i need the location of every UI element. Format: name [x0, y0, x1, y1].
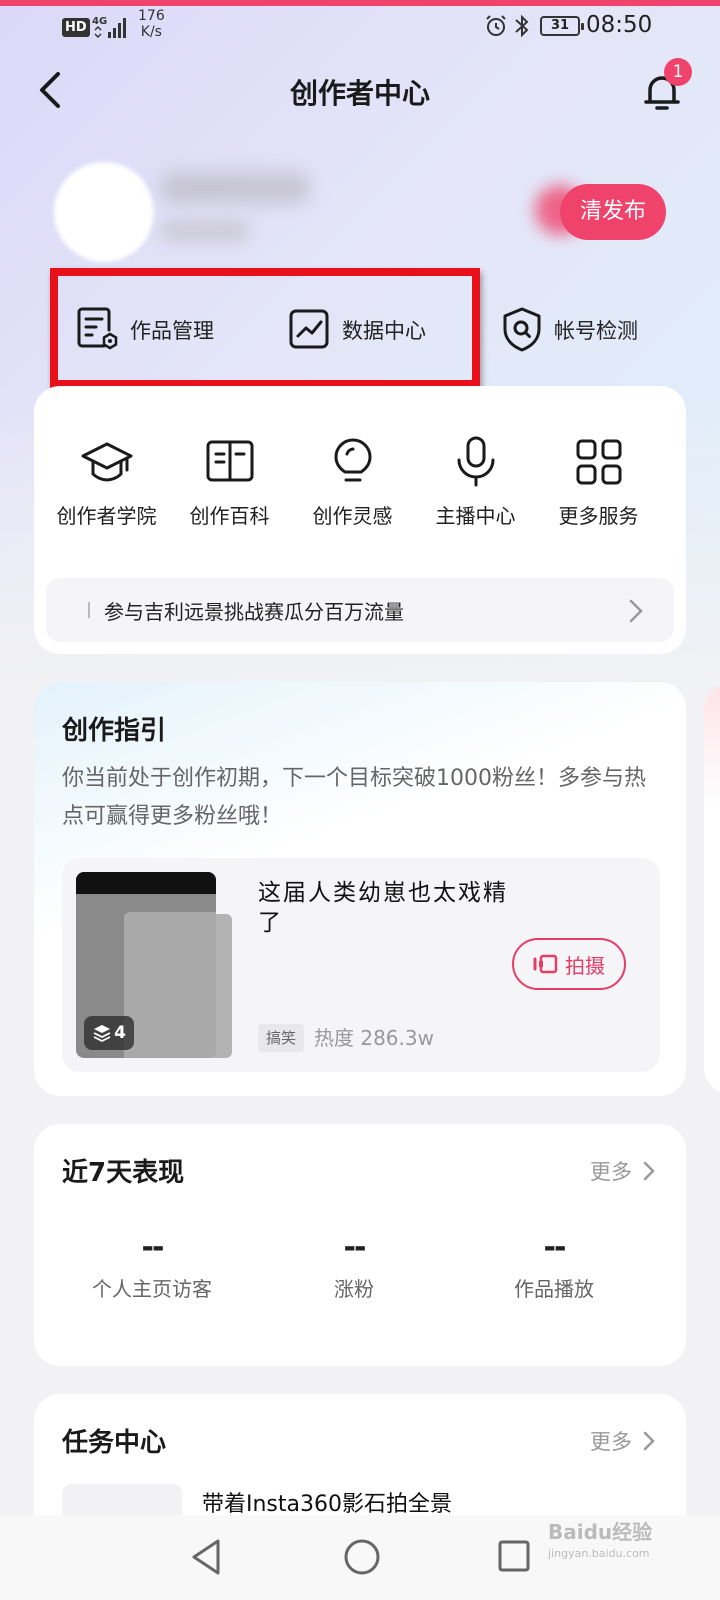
performance-more-link[interactable]: 更多: [590, 1156, 656, 1186]
service-label: 创作者学院: [56, 504, 157, 528]
task-more-link[interactable]: 更多: [590, 1426, 656, 1456]
network-type-label: 4G: [92, 16, 107, 27]
network-speed: 176 K/s: [138, 8, 165, 40]
page-title: 创作者中心: [289, 77, 430, 110]
chevron-right-icon: [643, 1161, 655, 1181]
topic-heat: 热度 286.3w: [314, 1026, 434, 1050]
alarm-icon: [486, 15, 506, 36]
task-center-title: 任务中心: [62, 1428, 167, 1458]
shield-search-icon: [503, 307, 541, 352]
red-highlight-annotation: [50, 268, 480, 388]
nav-recents-icon[interactable]: [497, 1539, 531, 1573]
next-card-peek[interactable]: [704, 684, 720, 1094]
video-camera-icon: [533, 954, 558, 974]
publish-button[interactable]: 清发布: [560, 184, 666, 240]
shoot-label: 拍摄: [565, 953, 605, 978]
service-creation-wiki[interactable]: 创作百科: [167, 434, 292, 529]
service-creator-academy[interactable]: 创作者学院: [44, 434, 169, 529]
service-creative-inspiration[interactable]: 创作灵感: [290, 434, 415, 529]
quick-action-account-check[interactable]: 帐号检测: [498, 302, 638, 358]
nav-back-icon[interactable]: [188, 1537, 224, 1577]
stat-new-followers[interactable]: -- 涨粉: [254, 1230, 454, 1302]
shoot-button[interactable]: 拍摄: [512, 938, 626, 990]
status-bar: HD 4G 176 K/s 31 08:50: [0, 6, 720, 50]
hd-indicator: HD: [62, 18, 90, 37]
promo-banner[interactable]: 参与吉利远景挑战赛瓜分百万流量: [46, 578, 674, 642]
speed-unit: K/s: [140, 24, 162, 40]
topic-tag: 搞笑: [258, 1024, 305, 1052]
stat-label: 涨粉: [334, 1277, 374, 1301]
lightbulb-icon: [334, 438, 371, 482]
service-label: 创作百科: [189, 504, 270, 528]
stat-value: --: [141, 1230, 165, 1265]
watermark-url: jingyan.baidu.com: [548, 1547, 650, 1560]
graduation-cap-icon: [81, 442, 132, 482]
performance-card: 近7天表现 更多 -- 个人主页访客 -- 涨粉 -- 作品播放: [34, 1124, 686, 1366]
stat-video-plays[interactable]: -- 作品播放: [454, 1230, 654, 1302]
grid-icon: [576, 439, 621, 485]
bluetooth-icon: [515, 14, 529, 38]
performance-title: 近7天表现: [62, 1158, 185, 1188]
speed-value: 176: [138, 8, 165, 24]
baidu-watermark: Baidu经验 jingyan.baidu.com: [548, 1516, 652, 1560]
image-count-badge: 4: [84, 1016, 134, 1050]
quick-action-label: 帐号检测: [554, 319, 638, 343]
user-subtitle-blurred: [160, 220, 250, 242]
watermark-brand: Baidu经验: [548, 1520, 653, 1544]
image-count: 4: [114, 1023, 126, 1043]
guide-description: 你当前处于创作初期，下一个目标突破1000粉丝！多参与热点可赢得更多粉丝哦！: [62, 766, 646, 829]
more-label: 更多: [590, 1160, 632, 1184]
services-card: 创作者学院 创作百科 创作灵感 主播中心 更多服务 参与吉利远景挑战赛瓜分百万流…: [34, 386, 686, 654]
topic-title: 这届人类幼崽也太戏精了: [258, 880, 508, 936]
banner-divider: [88, 602, 90, 618]
chevron-right-icon: [643, 1431, 655, 1451]
app-header: 创作者中心: [0, 50, 720, 130]
battery-indicator: 31: [540, 16, 584, 36]
banner-text: 参与吉利远景挑战赛瓜分百万流量: [104, 600, 404, 624]
guide-title: 创作指引: [62, 716, 167, 746]
signal-icon: 4G: [92, 16, 126, 39]
username-blurred: [160, 172, 310, 204]
stat-label: 个人主页访客: [92, 1277, 212, 1301]
more-label: 更多: [590, 1430, 632, 1454]
service-more[interactable]: 更多服务: [536, 434, 661, 529]
stat-value: --: [343, 1230, 367, 1265]
microphone-icon: [457, 436, 494, 487]
layers-icon: [93, 1025, 111, 1043]
service-label: 主播中心: [435, 504, 516, 528]
notification-badge: 1: [664, 58, 692, 86]
chevron-right-icon: [629, 599, 643, 623]
service-anchor-center[interactable]: 主播中心: [413, 434, 538, 529]
task-title[interactable]: 带着Insta360影石拍全景: [202, 1486, 452, 1518]
nav-home-icon[interactable]: [342, 1537, 382, 1577]
stat-label: 作品播放: [514, 1277, 594, 1301]
creation-guide-card: 创作指引 你当前处于创作初期，下一个目标突破1000粉丝！多参与热点可赢得更多粉…: [34, 682, 686, 1096]
avatar[interactable]: [54, 162, 154, 262]
clock: 08:50: [586, 12, 653, 38]
thumbnail-overlay: [124, 912, 216, 1058]
service-label: 创作灵感: [312, 504, 393, 528]
hot-topic-item[interactable]: 4 这届人类幼崽也太戏精了 拍摄 搞笑 热度 286.3w: [62, 858, 660, 1072]
stat-profile-visitors[interactable]: -- 个人主页访客: [52, 1230, 252, 1302]
open-book-icon: [206, 440, 253, 482]
stat-value: --: [543, 1230, 567, 1265]
topic-thumbnail: 4: [76, 872, 236, 1058]
service-label: 更多服务: [558, 504, 639, 528]
